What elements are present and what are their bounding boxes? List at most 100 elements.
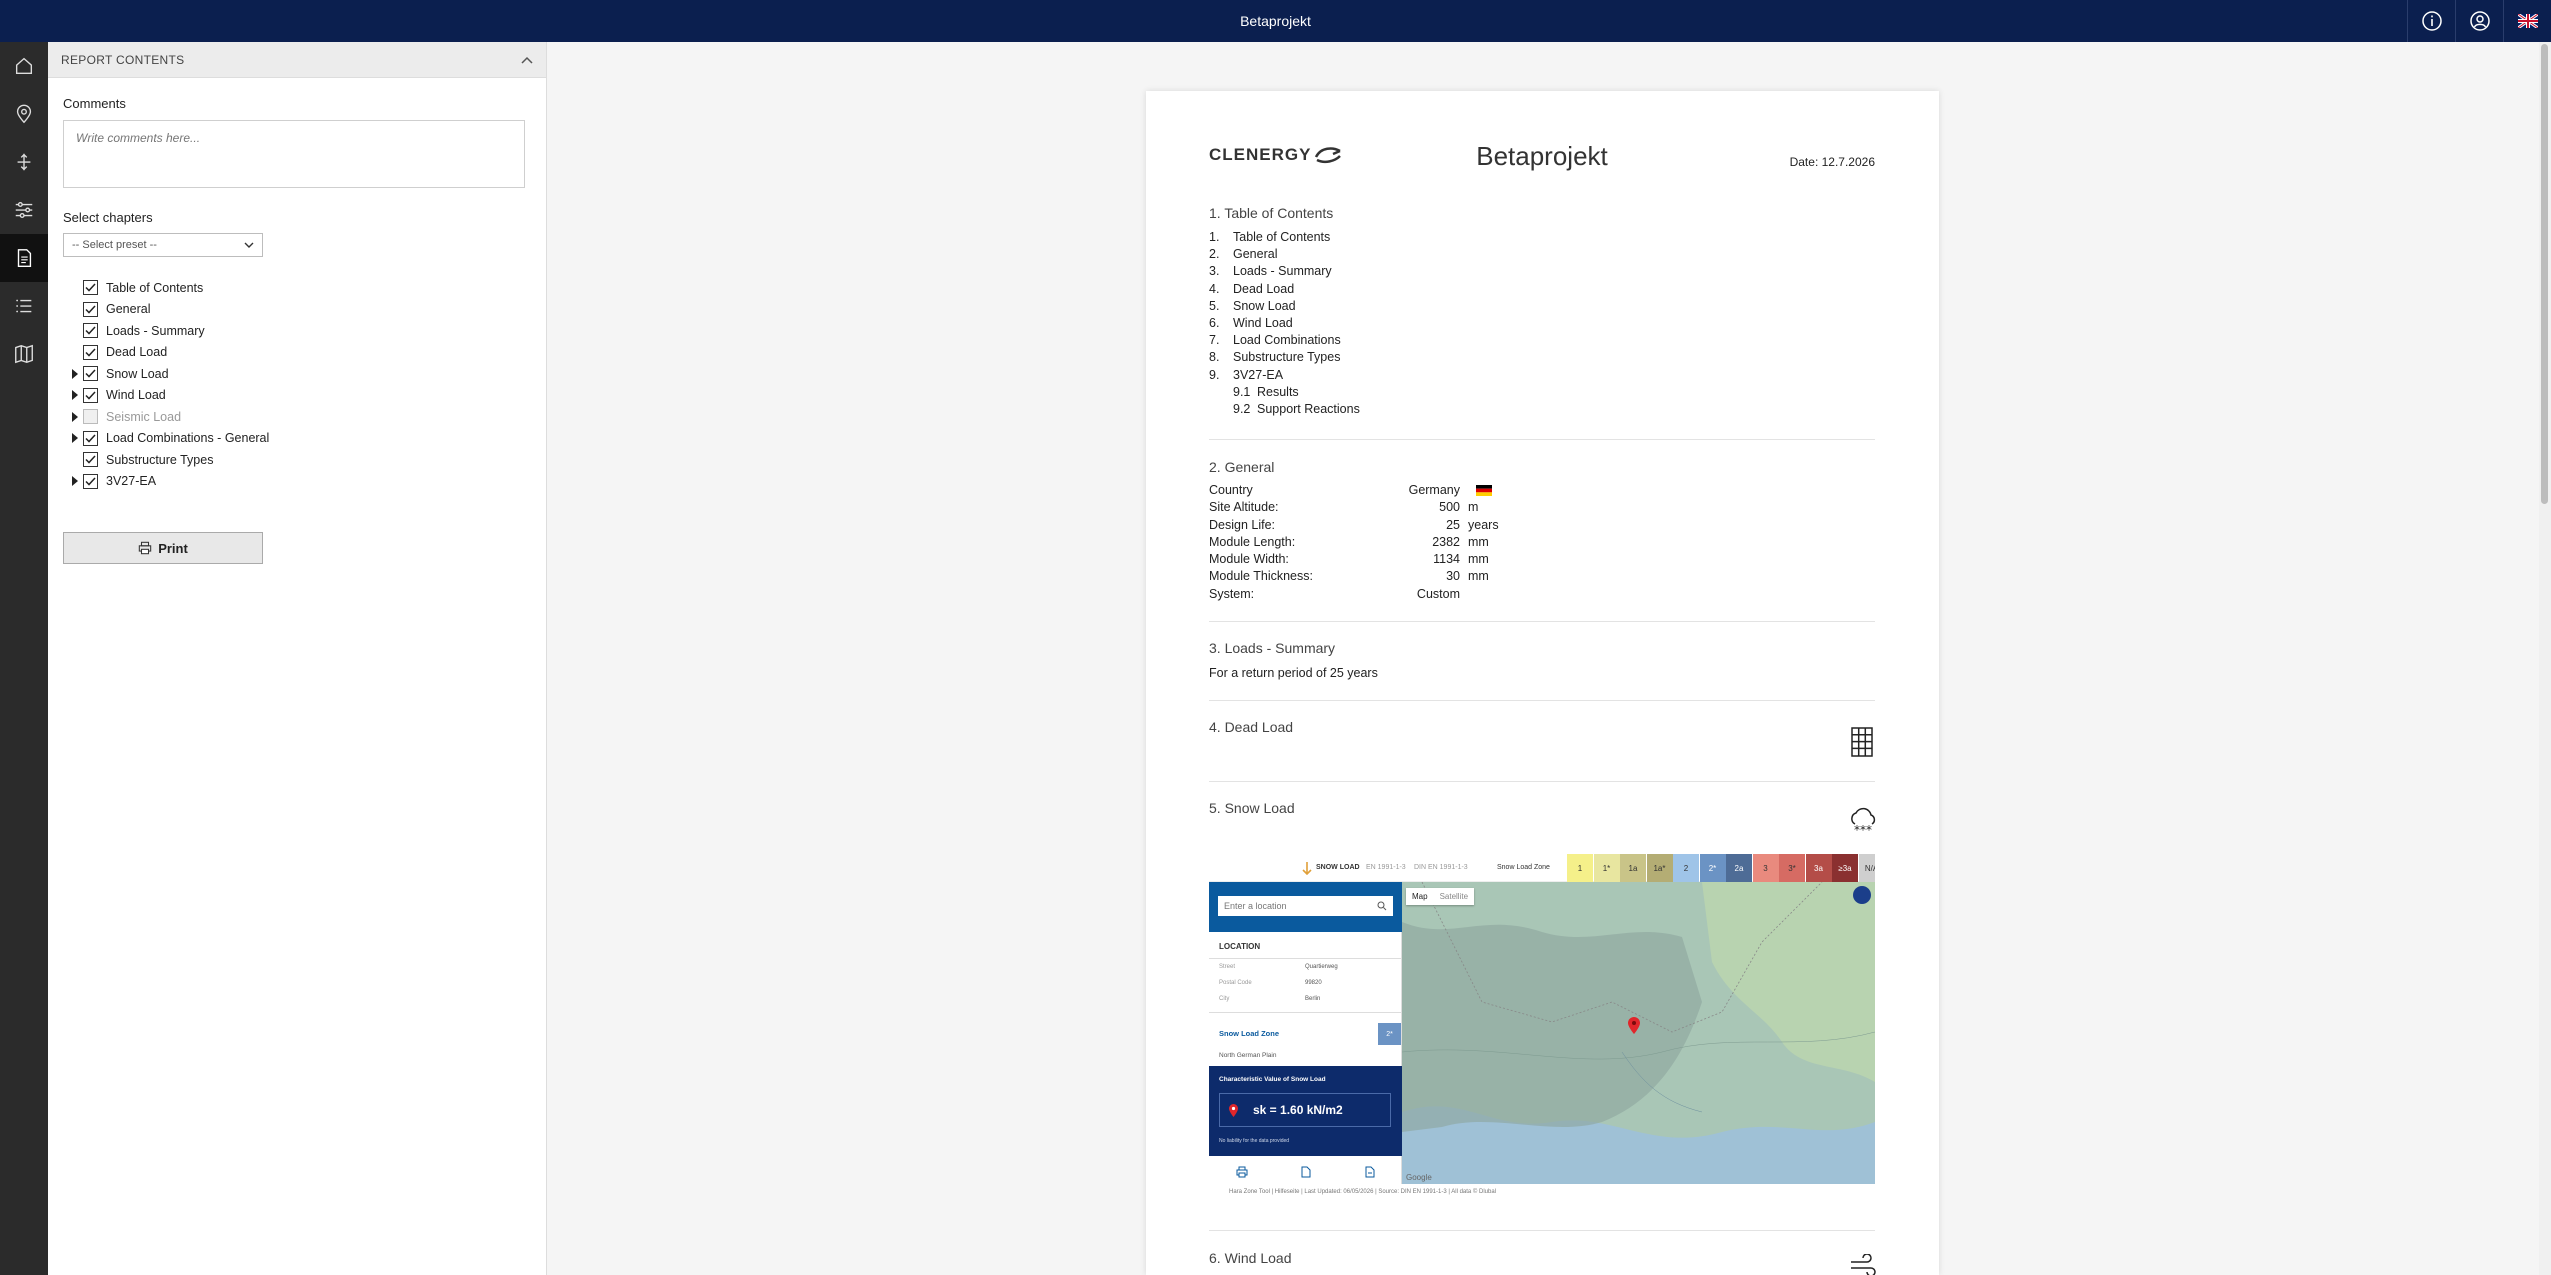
general-key: Module Thickness: [1209,569,1313,584]
chapter-item[interactable]: Load Combinations - General [63,428,531,450]
chapter-checkbox[interactable] [83,430,98,446]
chevron-up-icon[interactable] [521,56,533,64]
preset-select[interactable]: -- Select preset -- [63,233,263,257]
checkmark-icon [85,326,96,335]
top-bar: Betaprojekt [0,0,2551,42]
nav-home[interactable] [0,42,48,90]
postal-label: Postal Code [1219,980,1252,986]
expand-arrow-icon[interactable] [72,433,78,444]
checkmark-icon [85,391,96,400]
zone-chip: 3* [1779,854,1805,882]
expand-arrow-icon[interactable] [72,390,78,401]
toc-label: Loads - Summary [1233,264,1332,279]
general-table: Country Germany Site Altitude: 500 m Design L… [1209,483,1499,604]
expand-arrow-icon[interactable] [72,476,78,487]
toc-label: Substructure Types [1233,350,1341,365]
comments-input[interactable] [63,120,525,188]
panel-header[interactable]: REPORT CONTENTS [48,42,546,78]
nav-map[interactable] [0,330,48,378]
toc-number: 8. [1209,350,1220,365]
wind-load-title: 6. Wind Load [1209,1250,1292,1266]
chapter-checkbox[interactable] [83,452,98,468]
toc-label: Results [1257,384,1299,399]
language-button[interactable] [2503,0,2551,42]
general-row: Design Life: 25 years [1209,518,1499,535]
toc-item: 6. Wind Load [1209,316,1360,333]
expand-arrow-icon[interactable] [72,368,78,379]
zone-chip: 2 [1673,854,1699,882]
info-button[interactable] [2407,0,2455,42]
general-value: 500 [1439,500,1460,515]
chapter-checkbox[interactable] [83,409,98,425]
zone-chip: 3a [1805,854,1832,882]
user-icon [2469,11,2490,31]
page-scrollbar[interactable] [2539,42,2551,1275]
print-label: Print [158,540,188,556]
toc-item: 1. Table of Contents [1209,230,1360,247]
street-label: Street [1219,964,1236,970]
chapter-item[interactable]: Dead Load [63,342,531,364]
location-search-input[interactable]: Enter a location [1218,896,1393,916]
chapter-item[interactable]: Snow Load [63,363,531,385]
chapter-label: Load Combinations - General [106,431,270,446]
chapter-item[interactable]: 3V27-EA [63,471,531,493]
char-value-box: sk = 1.60 kN/m2 [1219,1093,1391,1127]
chapter-checkbox[interactable] [83,366,98,382]
pdf-icon[interactable] [1365,1166,1375,1178]
chapter-checkbox[interactable] [83,344,98,360]
divider [1209,439,1875,440]
nav-structure[interactable] [0,138,48,186]
zone-chip: 2a [1726,854,1752,882]
street-value: Quartierweg [1305,964,1338,970]
char-title: Characteristic Value of Snow Load [1219,1076,1326,1083]
toc-subitem: 9.2 Support Reactions [1209,402,1360,419]
expand-arrow-icon[interactable] [72,411,78,422]
general-value: Custom [1416,586,1460,601]
checkmark-icon [85,305,96,314]
chapter-item[interactable]: Substructure Types [63,449,531,471]
general-key: Module Length: [1209,534,1296,549]
map-tab[interactable]: Map [1406,888,1434,905]
chapter-checkbox[interactable] [83,387,98,403]
toc-item: 7. Load Combinations [1209,333,1360,350]
user-button[interactable] [2455,0,2503,42]
nav-location[interactable] [0,90,48,138]
report-date: Date: 12.7.2026 [1789,155,1875,169]
map-view[interactable]: Map Satellite Google [1402,882,1875,1184]
location-heading: LOCATION [1219,942,1261,951]
chapter-item[interactable]: Wind Load [63,385,531,407]
chapter-item[interactable]: Loads - Summary [63,320,531,342]
chapter-checkbox[interactable] [83,323,98,339]
app-title: Betaprojekt [1240,13,1311,29]
toc-number: 9.2 [1233,401,1251,416]
toc-item: 2. General [1209,247,1360,264]
map-pin-icon [1229,1103,1238,1117]
print-button[interactable]: Print [63,532,263,564]
zone-chip: N/A [1858,854,1875,882]
document-icon[interactable] [1301,1166,1311,1178]
toc-item: 4. Dead Load [1209,282,1360,299]
left-navigation [0,42,48,1275]
city-label: City [1219,996,1230,1002]
chapter-checkbox[interactable] [83,473,98,489]
chapter-item[interactable]: Seismic Load [63,406,531,428]
general-key: Country [1209,483,1253,497]
structure-icon [17,153,31,171]
nav-report[interactable] [0,234,48,282]
print-icon[interactable] [1236,1166,1248,1178]
select-chapters-label: Select chapters [63,210,153,225]
nav-settings[interactable] [0,186,48,234]
divider [1209,700,1875,701]
chapter-item[interactable]: Table of Contents [63,277,531,299]
general-row: Module Thickness: 30 mm [1209,569,1499,586]
nav-list[interactable] [0,282,48,330]
map-sidebar: Enter a location LOCATION Street Quartie… [1209,882,1402,1184]
chapter-checkbox[interactable] [83,280,98,296]
scroll-thumb[interactable] [2541,44,2548,504]
chapter-checkbox[interactable] [83,301,98,317]
satellite-tab[interactable]: Satellite [1434,888,1474,905]
checkmark-icon [85,455,96,464]
checkmark-icon [85,369,96,378]
toc-item: 3. Loads - Summary [1209,264,1360,281]
chapter-item[interactable]: General [63,299,531,321]
